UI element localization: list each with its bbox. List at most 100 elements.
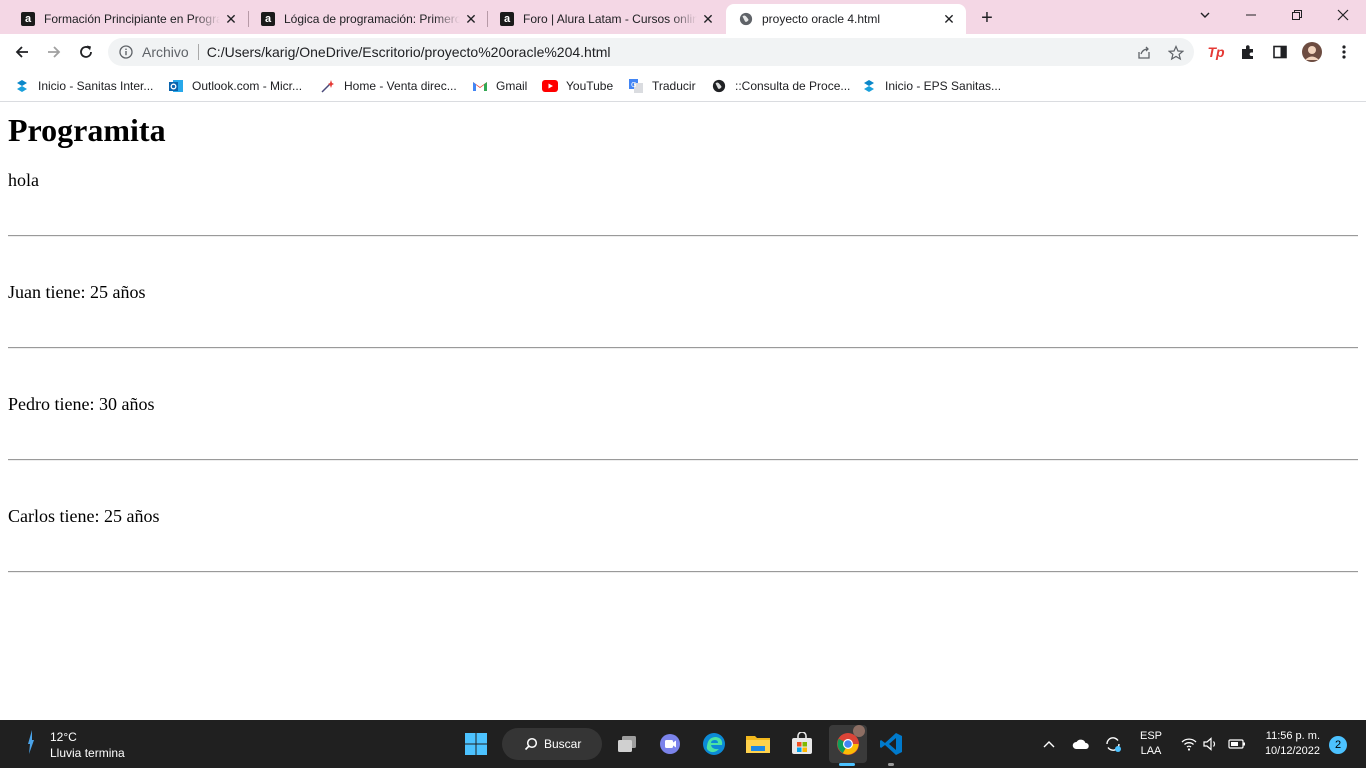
avatar[interactable] xyxy=(1302,42,1322,62)
sanitas-icon xyxy=(861,78,877,94)
wifi-icon[interactable] xyxy=(1177,732,1201,756)
volume-icon[interactable] xyxy=(1199,732,1223,756)
chevron-down-icon xyxy=(1200,12,1210,18)
tab-formacion[interactable]: a Formación Principiante en Progra ✕ xyxy=(8,4,248,34)
reload-button[interactable] xyxy=(72,38,100,66)
tab-title: proyecto oracle 4.html xyxy=(762,12,881,26)
side-panel-icon[interactable] xyxy=(1270,42,1290,62)
bookmark-label: ::Consulta de Proce... xyxy=(735,79,851,93)
folder-icon xyxy=(746,736,770,753)
close-icon[interactable]: ✕ xyxy=(938,8,960,30)
vscode-running-indicator xyxy=(888,763,894,766)
vscode-button[interactable] xyxy=(875,728,907,760)
puzzle-icon[interactable] xyxy=(1238,42,1258,62)
onedrive-icon[interactable] xyxy=(1069,732,1093,756)
bookmark-outlook[interactable]: Outlook.com - Micr... xyxy=(168,76,302,96)
forward-button[interactable] xyxy=(40,38,68,66)
bookmark-gmail[interactable]: Gmail xyxy=(472,76,527,96)
bookmark-label: Inicio - Sanitas Inter... xyxy=(38,79,154,93)
address-url[interactable]: C:/Users/karig/OneDrive/Escritorio/proye… xyxy=(207,44,611,60)
bookmark-label: Outlook.com - Micr... xyxy=(192,79,303,93)
tab-search-button[interactable] xyxy=(1182,0,1228,30)
taskbar-clock[interactable]: 11:56 p. m. 10/12/2022 xyxy=(1254,729,1320,759)
close-icon xyxy=(1337,9,1349,21)
person-entry: Juan tiene: 25 años xyxy=(8,282,146,302)
page-content: Programita hola Juan tiene: 25 años Pedr… xyxy=(0,103,1366,720)
keyboard-layout: LAA xyxy=(1140,745,1162,757)
outlook-icon xyxy=(168,78,184,94)
translate-icon: G xyxy=(628,78,644,94)
share-icon[interactable] xyxy=(1135,44,1153,62)
task-view-button[interactable] xyxy=(611,728,643,760)
minimize-button[interactable] xyxy=(1228,0,1274,30)
sparkle-icon xyxy=(320,78,336,94)
file-explorer-button[interactable] xyxy=(742,728,774,760)
bookmark-venta-directa[interactable]: Home - Venta direc... xyxy=(320,76,457,96)
bookmark-label: Gmail xyxy=(496,79,528,93)
address-bar[interactable]: Archivo C:/Users/karig/OneDrive/Escritor… xyxy=(108,38,1194,66)
edge-button[interactable] xyxy=(698,728,730,760)
alura-icon: a xyxy=(499,11,515,27)
bookmark-traducir[interactable]: G Traducir xyxy=(628,76,696,96)
notification-badge[interactable]: 2 xyxy=(1329,736,1347,754)
edge-icon xyxy=(703,733,725,755)
tp-extension-icon[interactable]: Tp xyxy=(1206,42,1226,62)
battery-icon[interactable] xyxy=(1225,732,1249,756)
star-icon[interactable] xyxy=(1167,44,1185,62)
tab-proyecto-oracle[interactable]: proyecto oracle 4.html ✕ xyxy=(726,4,966,34)
bookmark-label: YouTube xyxy=(566,79,614,93)
bookmark-sanitas[interactable]: Inicio - Sanitas Inter... xyxy=(14,76,153,96)
chrome-active-indicator xyxy=(839,763,855,766)
chat-icon xyxy=(660,734,680,754)
start-button[interactable] xyxy=(460,728,492,760)
tab-foro[interactable]: a Foro | Alura Latam - Cursos onlin ✕ xyxy=(487,4,725,34)
new-tab-button[interactable]: + xyxy=(974,5,1000,31)
menu-icon[interactable] xyxy=(1334,42,1354,62)
weather-temperature: 12°C xyxy=(50,729,77,744)
close-icon[interactable]: ✕ xyxy=(460,8,482,30)
teams-chat-button[interactable] xyxy=(654,728,686,760)
person-entry: Carlos tiene: 25 años xyxy=(8,506,160,526)
tab-title: Formación Principiante en Progra xyxy=(44,12,220,26)
back-button[interactable] xyxy=(8,38,36,66)
microsoft-store-button[interactable] xyxy=(786,728,818,760)
person-entry: Pedro tiene: 30 años xyxy=(8,394,155,414)
bookmark-youtube[interactable]: YouTube xyxy=(542,76,613,96)
sync-icon[interactable] xyxy=(1101,732,1125,756)
hidden-icons-chevron[interactable] xyxy=(1037,732,1061,756)
task-view-icon xyxy=(618,736,636,752)
info-icon[interactable] xyxy=(118,44,134,60)
globe-icon xyxy=(738,11,754,27)
alura-icon: a xyxy=(20,11,36,27)
bookmark-eps-sanitas[interactable]: Inicio - EPS Sanitas... xyxy=(861,76,1001,96)
store-icon xyxy=(792,732,812,754)
sanitas-icon xyxy=(14,78,30,94)
divider xyxy=(8,459,1358,461)
close-window-button[interactable] xyxy=(1320,0,1366,30)
windows-icon xyxy=(465,733,487,755)
greeting-text: hola xyxy=(8,170,39,190)
bookmark-consulta[interactable]: ::Consulta de Proce... xyxy=(711,76,850,96)
close-icon[interactable]: ✕ xyxy=(220,8,242,30)
minimize-icon xyxy=(1246,14,1256,16)
close-icon[interactable]: ✕ xyxy=(697,8,719,30)
arrow-right-icon xyxy=(48,46,61,58)
chrome-button[interactable] xyxy=(829,725,867,763)
language-indicator[interactable]: ESP LAA xyxy=(1136,729,1166,759)
tab-strip: a Formación Principiante en Progra ✕ a L… xyxy=(0,0,1366,34)
clock-time: 11:56 p. m. xyxy=(1265,730,1320,742)
search-icon xyxy=(524,737,538,751)
arrow-left-icon xyxy=(15,46,28,58)
divider xyxy=(8,347,1358,349)
gmail-icon xyxy=(472,78,488,94)
weather-condition: Lluvia termina xyxy=(50,745,125,760)
tab-logica[interactable]: a Lógica de programación: Primero ✕ xyxy=(248,4,488,34)
weather-widget[interactable]: 12°C Lluvia termina xyxy=(20,728,125,761)
restore-button[interactable] xyxy=(1274,0,1320,30)
tab-title: Foro | Alura Latam - Cursos onlin xyxy=(523,12,697,26)
taskbar-search-label: Buscar xyxy=(544,737,582,751)
weather-icon xyxy=(20,728,42,761)
avatar xyxy=(853,725,865,737)
taskbar-search[interactable]: Buscar xyxy=(502,728,602,760)
alura-icon: a xyxy=(260,11,276,27)
